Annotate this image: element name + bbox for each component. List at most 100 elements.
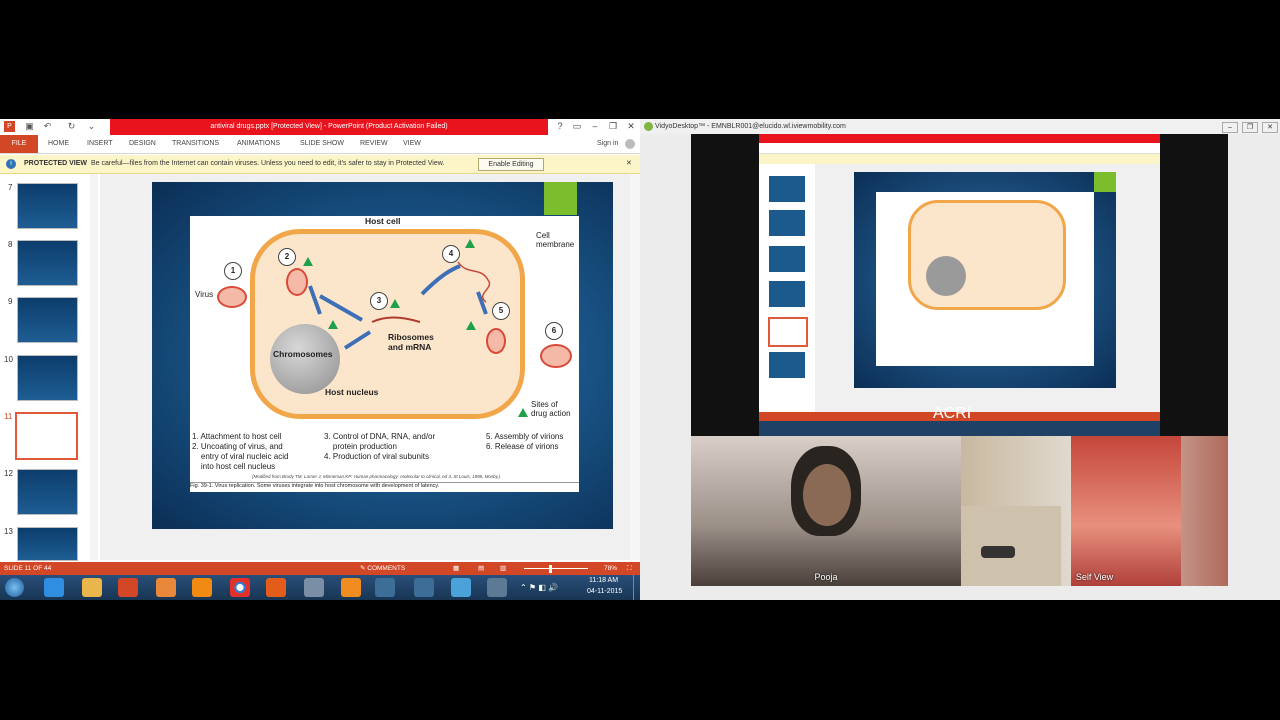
user-avatar-icon[interactable] (625, 139, 635, 149)
ribbon-display-icon[interactable]: ▭ (570, 120, 584, 133)
start-button[interactable] (5, 578, 24, 597)
tab-review[interactable]: REVIEW (360, 135, 388, 153)
tab-transitions[interactable]: TRANSITIONS (172, 135, 219, 153)
thumb-number-8: 8 (8, 240, 13, 249)
slide-thumbnail-10[interactable] (17, 355, 78, 401)
clock-time[interactable]: 11:18 AM (589, 577, 618, 584)
vlc-icon[interactable] (192, 578, 212, 597)
tab-animations[interactable]: ANIMATIONS (237, 135, 280, 153)
zoom-slider-thumb[interactable] (549, 565, 552, 573)
enable-editing-button[interactable]: Enable Editing (478, 158, 544, 171)
minimize-button[interactable]: – (588, 120, 602, 133)
tab-design[interactable]: DESIGN (129, 135, 156, 153)
thumb-number-9: 9 (8, 297, 13, 306)
slide-accent-block (544, 182, 577, 215)
tab-slide-show[interactable]: SLIDE SHOW (300, 135, 344, 153)
sorter-view-icon[interactable]: ▤ (478, 562, 484, 575)
vidyo-minimize-button[interactable]: – (1222, 122, 1238, 133)
thumb-number-13: 13 (4, 527, 13, 536)
close-button[interactable]: ✕ (624, 120, 638, 133)
shield-app-icon[interactable] (451, 578, 471, 597)
mini-host-cell (908, 200, 1066, 310)
undo-icon[interactable]: ↶ (42, 121, 53, 132)
shared-screen-view: ACRI (691, 134, 1228, 436)
folder-icon[interactable] (82, 578, 102, 597)
ie-icon[interactable] (44, 578, 64, 597)
reading-view-icon[interactable]: ▥ (500, 562, 506, 575)
slide-thumbnail-13[interactable] (17, 527, 78, 561)
ppt-titlebar: P ▣ ↶ ↻ ⌄ antiviral drugs.pptx [Protecte… (0, 119, 640, 135)
vidyo-app-icon[interactable] (487, 578, 507, 597)
virus-particle (217, 286, 247, 308)
slide-counter: SLIDE 11 OF 44 (4, 565, 52, 572)
host-nucleus-label: Host nucleus (325, 387, 379, 397)
slide-thumbnail-7[interactable] (17, 183, 78, 229)
window-app-icon-1[interactable] (375, 578, 395, 597)
thumb-number-10: 10 (4, 355, 13, 364)
comments-button[interactable]: ✎ COMMENTS (360, 562, 405, 575)
show-desktop-button[interactable] (633, 575, 640, 600)
vidyo-close-button[interactable]: ✕ (1262, 122, 1278, 133)
clock-date[interactable]: 04-11-2015 (587, 588, 622, 595)
legend-column-3: 5. Assembly of virions 6. Release of vir… (486, 432, 564, 451)
participant-video-pooja[interactable]: Pooja (691, 436, 961, 586)
thumb-number-7: 7 (8, 183, 13, 192)
self-view-video[interactable]: Self View (961, 436, 1228, 586)
slide-scrollbar[interactable] (630, 174, 640, 560)
zoom-level[interactable]: 78% (604, 562, 617, 575)
tray-icons[interactable]: ⌃ ⚑ ◧ 🔊 (520, 583, 558, 592)
protected-view-label: PROTECTED VIEW (24, 160, 88, 167)
vidyo-logo-icon (644, 122, 653, 131)
mini-figure (876, 192, 1094, 366)
zoom-slider[interactable] (524, 568, 588, 569)
redo-icon[interactable]: ↻ (66, 121, 77, 132)
mini-thumb-7 (769, 176, 805, 202)
fit-slide-icon[interactable]: ⛶ (627, 562, 632, 575)
customize-icon[interactable]: ⌄ (86, 121, 97, 132)
ppt-app-icon[interactable]: P (4, 121, 15, 132)
firefox-icon[interactable] (266, 578, 286, 597)
chrome-icon[interactable] (230, 578, 250, 597)
cell-membrane-label: Cell membrane (536, 231, 575, 249)
tab-home[interactable]: HOME (48, 135, 69, 153)
vidyo-maximize-button[interactable]: ❐ (1242, 122, 1258, 133)
save-disk-icon[interactable] (304, 578, 324, 597)
sites-of-drug-action-label: Sites of drug action (531, 400, 571, 418)
mini-slide (854, 172, 1116, 388)
mini-thumb-10 (769, 281, 805, 307)
slide-thumbnail-12[interactable] (17, 469, 78, 515)
slide-thumbnail-8[interactable] (17, 240, 78, 286)
vidyo-titlebar: VidyoDesktop™ - EMNBLR001@elucido.wl.ivi… (640, 119, 1280, 134)
powerpoint-icon[interactable] (118, 578, 138, 597)
mini-slide-accent (1094, 172, 1116, 192)
legend-column-1: 1. Attachment to host cell 2. Uncoating … (192, 432, 289, 471)
tab-view[interactable]: VIEW (403, 135, 421, 153)
normal-view-icon[interactable]: ▦ (453, 562, 459, 575)
slide-thumbnail-9[interactable] (17, 297, 78, 343)
vidyo-window-title: VidyoDesktop™ - EMNBLR001@elucido.wl.ivi… (655, 123, 846, 130)
save-icon[interactable]: ▣ (24, 121, 35, 132)
app-l-icon[interactable] (341, 578, 361, 597)
maximize-button[interactable]: ❐ (606, 120, 620, 133)
thumbnail-scrollbar[interactable] (90, 174, 98, 560)
window-app-icon-2[interactable] (414, 578, 434, 597)
media-player-icon[interactable] (156, 578, 176, 597)
participant-face (803, 464, 851, 526)
replication-arrows (308, 261, 491, 350)
released-virion (540, 344, 572, 368)
self-view-person (1071, 436, 1181, 586)
close-bar-icon[interactable]: ✕ (626, 155, 632, 173)
figure-citation: (Modified from Brody TM, Larner J, Minne… (252, 474, 501, 479)
mini-titlebar (759, 134, 1160, 143)
ppt-status-bar: SLIDE 11 OF 44 ✎ COMMENTS ▦ ▤ ▥ 78% ⛶ (0, 562, 640, 575)
tab-file[interactable]: FILE (0, 135, 38, 153)
legend-column-2: 3. Control of DNA, RNA, and/or protein p… (324, 432, 436, 461)
slide-thumbnail-11-selected[interactable] (15, 412, 78, 460)
host-cell-label: Host cell (365, 216, 401, 226)
ribbon-tabs: FILE HOME INSERT DESIGN TRANSITIONS ANIM… (0, 135, 640, 154)
vidyo-window: VidyoDesktop™ - EMNBLR001@elucido.wl.ivi… (640, 119, 1280, 600)
signin-link[interactable]: Sign in (597, 135, 618, 153)
tab-insert[interactable]: INSERT (87, 135, 113, 153)
current-slide[interactable]: Host cell Cell membrane Virus Chromosome… (152, 182, 613, 529)
help-icon[interactable]: ? (553, 120, 567, 133)
